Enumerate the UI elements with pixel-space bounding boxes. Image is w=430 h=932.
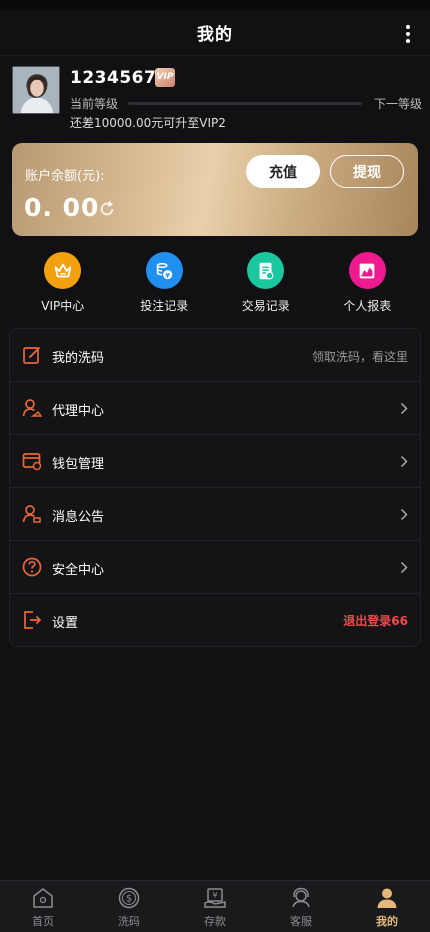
chevron-right-icon: [400, 508, 408, 521]
quick-item-label: VIP中心: [41, 299, 85, 313]
menu-item-label: 我的洗码: [52, 351, 105, 366]
vip-badge: VIP: [155, 68, 175, 87]
withdraw-button[interactable]: 提现: [330, 155, 404, 188]
deposit-icon: ¥: [204, 888, 226, 908]
customer-service-icon: [292, 887, 310, 908]
svg-text:¥: ¥: [166, 271, 171, 279]
level-progress-row: 当前等级 下一等级: [70, 95, 422, 111]
refresh-icon[interactable]: [98, 200, 116, 218]
tab-label: 我的: [376, 915, 398, 928]
receipt-icon: [247, 252, 285, 289]
quick-item-label: 个人报表: [343, 299, 392, 313]
user-agent-icon: [22, 399, 42, 417]
recharge-button[interactable]: 充值: [246, 155, 320, 188]
menu-item-agent-center[interactable]: 代理中心: [10, 382, 420, 435]
tab-customer-service[interactable]: 客服: [258, 881, 344, 932]
upgrade-hint: 还差10000.00元可升至VIP2: [70, 116, 226, 130]
chevron-right-icon: [400, 455, 408, 468]
tab-label: 首页: [32, 915, 54, 928]
menu-item-label: 钱包管理: [52, 457, 105, 472]
avatar[interactable]: [12, 66, 60, 114]
top-bar: 我的: [0, 0, 430, 56]
menu-item-label: 安全中心: [52, 563, 105, 578]
tab-home[interactable]: 首页: [0, 881, 86, 932]
tab-profile[interactable]: 我的: [344, 881, 430, 932]
menu-item-hint: 领取洗码，看这里: [311, 350, 408, 364]
chevron-right-icon: [400, 402, 408, 415]
svg-text:¥: ¥: [212, 891, 217, 900]
crown-icon: [44, 252, 82, 289]
tab-rebate[interactable]: $ 洗码: [86, 881, 172, 932]
tab-deposit[interactable]: ¥ 存款: [172, 881, 258, 932]
quick-item-label: 交易记录: [241, 299, 290, 313]
quick-item-vip-center[interactable]: VIP中心: [12, 252, 114, 314]
tab-label: 客服: [290, 915, 312, 928]
more-options-icon[interactable]: [400, 24, 416, 44]
chart-icon: [348, 252, 386, 289]
menu-item-wallet-management[interactable]: 钱包管理: [10, 435, 420, 488]
quick-item-transaction-records[interactable]: 交易记录: [215, 252, 317, 314]
home-icon: [33, 888, 53, 908]
profile-icon: [377, 888, 397, 908]
quick-item-personal-report[interactable]: 个人报表: [317, 252, 419, 314]
edit-icon: [23, 347, 40, 364]
balance-value: 0. 00: [24, 193, 100, 222]
page-title: 我的: [197, 25, 233, 45]
quick-item-bet-records[interactable]: ¥ 投注记录: [114, 252, 216, 314]
level-progress-bar: [128, 102, 362, 105]
menu-item-announcements[interactable]: 消息公告: [10, 488, 420, 541]
chevron-right-icon: [400, 561, 408, 574]
next-level-label: 下一等级: [373, 97, 422, 111]
menu-item-security-center[interactable]: 安全中心: [10, 541, 420, 594]
menu-item-label: 设置: [52, 616, 79, 631]
quick-item-label: 投注记录: [140, 299, 189, 313]
svg-text:$: $: [126, 894, 132, 905]
balance-label: 账户余额(元):: [25, 169, 105, 184]
balance-card: 账户余额(元): 0. 00 充值 提现: [12, 143, 418, 236]
dollar-circle-icon: $: [118, 887, 140, 909]
menu-item-settings[interactable]: 设置 退出登录66: [10, 594, 420, 646]
tab-label: 洗码: [118, 915, 140, 928]
tab-label: 存款: [204, 915, 226, 928]
coins-icon: ¥: [145, 252, 183, 289]
profile-section: 12345678 VIP 当前等级 下一等级 还差10000.00元可升至VIP…: [12, 66, 422, 130]
settings-menu: 我的洗码 领取洗码，看这里 代理中心 钱包管理 消息公告 安全中心 设置 退出登…: [9, 328, 421, 647]
question-icon: [22, 557, 42, 577]
menu-item-label: 消息公告: [52, 510, 105, 525]
menu-item-my-rebate[interactable]: 我的洗码 领取洗码，看这里: [10, 329, 420, 382]
wallet-icon: [22, 453, 42, 471]
logout-button[interactable]: 退出登录66: [343, 612, 408, 629]
quick-menu: VIP中心 ¥ 投注记录 交易记录 个人报表: [12, 252, 418, 314]
username: 12345678: [70, 68, 169, 88]
bottom-tab-bar: 首页 $ 洗码 ¥ 存款 客服 我的: [0, 880, 430, 932]
current-level-label: 当前等级: [70, 97, 119, 111]
menu-item-label: 代理中心: [52, 404, 105, 419]
logout-icon: [24, 611, 42, 629]
user-message-icon: [22, 505, 41, 523]
profile-page: 我的 12345678 VIP 当前等级 下一等级 还差10000.00元可升至…: [0, 0, 430, 932]
